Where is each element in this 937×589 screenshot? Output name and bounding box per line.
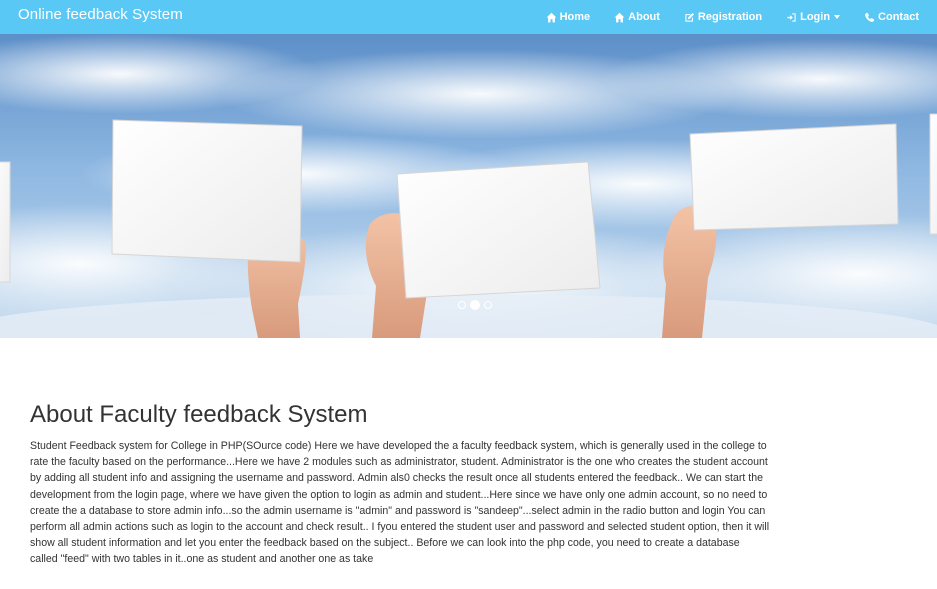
chevron-down-icon (834, 15, 841, 19)
nav-contact-label: Contact (878, 11, 919, 23)
about-paragraph: Student Feedback system for College in P… (30, 440, 770, 566)
image-carousel[interactable] (0, 34, 937, 338)
nav-about-label: About (628, 11, 660, 23)
nav-registration[interactable]: Registration (672, 0, 774, 34)
carousel-slide-image (0, 34, 937, 338)
nav-registration-label: Registration (697, 11, 763, 23)
carousel-indicator-dot-active[interactable] (470, 300, 480, 310)
navbar: Online feedback System Home About Regist… (0, 0, 937, 34)
nav-contact[interactable]: Contact (852, 0, 931, 34)
brand-link[interactable]: Online feedback System (18, 6, 183, 23)
about-heading: About Faculty feedback System (30, 401, 368, 428)
home-icon (546, 12, 556, 22)
nav-login-label: Login (800, 11, 831, 23)
about-section: About Faculty feedback System Student Fe… (30, 401, 770, 568)
nav-menu: Home About Registration Login Contact (534, 0, 931, 34)
nav-home[interactable]: Home (534, 0, 603, 34)
carousel-indicators (456, 300, 494, 310)
carousel-indicator-dot[interactable] (484, 301, 492, 309)
home-icon (614, 12, 625, 22)
edit-icon (685, 12, 694, 22)
nav-home-label: Home (559, 11, 591, 23)
phone-icon (865, 12, 875, 22)
nav-about[interactable]: About (602, 0, 672, 34)
carousel-indicator-dot[interactable] (458, 301, 466, 309)
login-icon (787, 12, 796, 22)
nav-login-dropdown[interactable]: Login (774, 0, 852, 34)
